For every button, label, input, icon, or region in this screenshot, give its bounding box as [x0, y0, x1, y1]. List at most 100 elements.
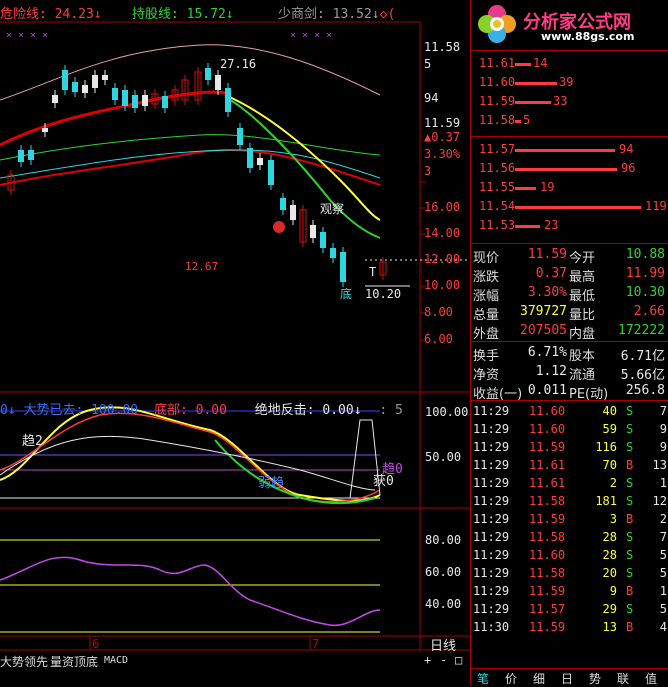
panel-tabs: 笔价细日势联值: [471, 668, 668, 687]
quote-label: 涨跌: [473, 270, 500, 285]
tick-price: 11.61: [529, 458, 566, 472]
bid-price: 11.57: [479, 142, 516, 156]
panel-tab[interactable]: 势: [589, 670, 601, 687]
quote-label: 总量: [473, 308, 500, 323]
tick-row: 11:30 11.59 13 B 4: [471, 620, 668, 638]
tick-side: S: [626, 548, 634, 562]
tick-price: 11.59: [529, 512, 566, 526]
candle-body: [268, 160, 274, 185]
tab-macd[interactable]: MACD: [104, 655, 128, 666]
tick-count: 1: [659, 584, 667, 598]
cross-marks: × × × ×: [6, 30, 49, 41]
panel-tab[interactable]: 笔: [477, 670, 489, 687]
tick-volume: 181: [595, 494, 617, 508]
bottom-value: 0.00: [195, 403, 227, 418]
tick-time: 11:29: [473, 458, 510, 472]
quote-row: 现价 11.59 今开 10.88: [471, 247, 668, 266]
candle-body: [102, 75, 108, 80]
ask-price: 11.61: [479, 56, 516, 70]
xaxis-tick-6: 6: [92, 637, 100, 651]
window-button[interactable]: □: [455, 653, 462, 667]
candle-body: [330, 248, 336, 258]
stats-label: 流通: [569, 368, 596, 383]
ask-volume: 33: [553, 94, 568, 108]
candle-body: [205, 68, 211, 80]
tick-price: 11.58: [529, 494, 566, 508]
bid-volume: 119: [645, 199, 667, 213]
stats-label: 股本: [569, 349, 596, 364]
quote-label: 涨幅: [473, 289, 500, 304]
panel-tab[interactable]: 日: [561, 670, 573, 687]
panel-tab[interactable]: 价: [505, 670, 517, 687]
period-label[interactable]: 日线: [430, 635, 456, 654]
indicator-axis-50: 50.00: [425, 450, 462, 464]
tick-row: 11:29 11.59 116 S 9: [471, 440, 668, 458]
panel-tab[interactable]: 联: [617, 670, 629, 687]
price-axis-label: 5: [424, 57, 432, 71]
tick-side: S: [626, 566, 634, 580]
logo-url: www.88gs.com: [541, 30, 635, 43]
tick-time: 11:29: [473, 602, 510, 616]
candle-body: [215, 75, 221, 90]
ask-volume-bar: [515, 82, 557, 85]
bid-row: 11.53 23: [471, 218, 668, 236]
candle-body: [162, 96, 168, 108]
stats-value: 6.71%: [527, 345, 567, 360]
zoom-out-button[interactable]: -: [440, 653, 447, 667]
price-axis-label: ▲0.37: [424, 130, 461, 144]
candle-body: [257, 158, 263, 165]
tab-trend-leading[interactable]: 大势领先: [0, 653, 48, 670]
ask-volume: 5: [523, 113, 531, 127]
zoom-in-button[interactable]: +: [424, 653, 431, 667]
tick-count: 9: [659, 422, 667, 436]
bid-row: 11.57 94: [471, 142, 668, 160]
stats-row: 收益(一) 0.011 PE(动) 256.8: [471, 383, 668, 402]
panel-tab[interactable]: 细: [533, 670, 545, 687]
quote-label: 最低: [569, 289, 596, 304]
ask-row: 11.61 14: [471, 56, 668, 74]
quote-value: 11.99: [625, 266, 665, 281]
xaxis-tick-7: 7: [312, 637, 320, 651]
tick-row: 11:29 11.59 3 B 2: [471, 512, 668, 530]
cross-marks-right: × × × ×: [290, 30, 333, 41]
tick-side: S: [626, 440, 634, 454]
price-axis-label: 14.00: [424, 226, 461, 240]
tick-count: 13: [652, 458, 667, 472]
price-axis-label: 12.00: [424, 252, 461, 266]
bid-price: 11.55: [479, 180, 516, 194]
tick-time: 11:29: [473, 476, 510, 490]
tick-row: 11:29 11.61 70 B 13: [471, 458, 668, 476]
tick-price: 11.59: [529, 440, 566, 454]
osc-axis-40: 40.00: [425, 597, 462, 611]
tick-count: 1: [659, 476, 667, 490]
panel-tab[interactable]: 值: [645, 670, 657, 687]
tab-volume-bottom[interactable]: 量资顶底: [50, 653, 98, 670]
indicator-header: 0↓ 大势已去: 100.00 底部: 0.00 绝地反击: 0.00↓ : 5: [0, 403, 403, 418]
bottom-marker: 底: [340, 287, 353, 301]
price-axis-label: 10.00: [424, 278, 461, 292]
ask-volume-bar: [515, 101, 551, 104]
tick-time: 11:29: [473, 440, 510, 454]
bid-volume: 19: [540, 180, 555, 194]
quote-value: 11.59: [527, 247, 567, 262]
t-marker: T: [369, 265, 377, 279]
tick-volume: 40: [602, 404, 617, 418]
tick-volume: 29: [602, 602, 617, 616]
quote-value: 10.30: [625, 285, 665, 300]
quote-value: 2.66: [633, 304, 665, 319]
tick-volume: 116: [595, 440, 617, 454]
candlestick-chart[interactable]: [0, 0, 470, 685]
candle-body: [142, 95, 148, 106]
price-axis-label: 3: [424, 164, 432, 178]
tick-time: 11:29: [473, 422, 510, 436]
tick-row: 11:29 11.58 181 S 12: [471, 494, 668, 512]
bid-volume-bar: [515, 225, 540, 228]
quote-label: 现价: [473, 251, 500, 266]
sword-line-label: 少商剑: 13.52↓◇(: [278, 7, 396, 22]
tick-price: 11.58: [529, 566, 566, 580]
flower-logo-icon: [478, 5, 516, 43]
price-axis-label: 3.30%: [424, 147, 461, 161]
quote-label: 量比: [569, 308, 596, 323]
tick-row: 11:29 11.59 9 B 1: [471, 584, 668, 602]
tick-side: B: [626, 512, 634, 526]
